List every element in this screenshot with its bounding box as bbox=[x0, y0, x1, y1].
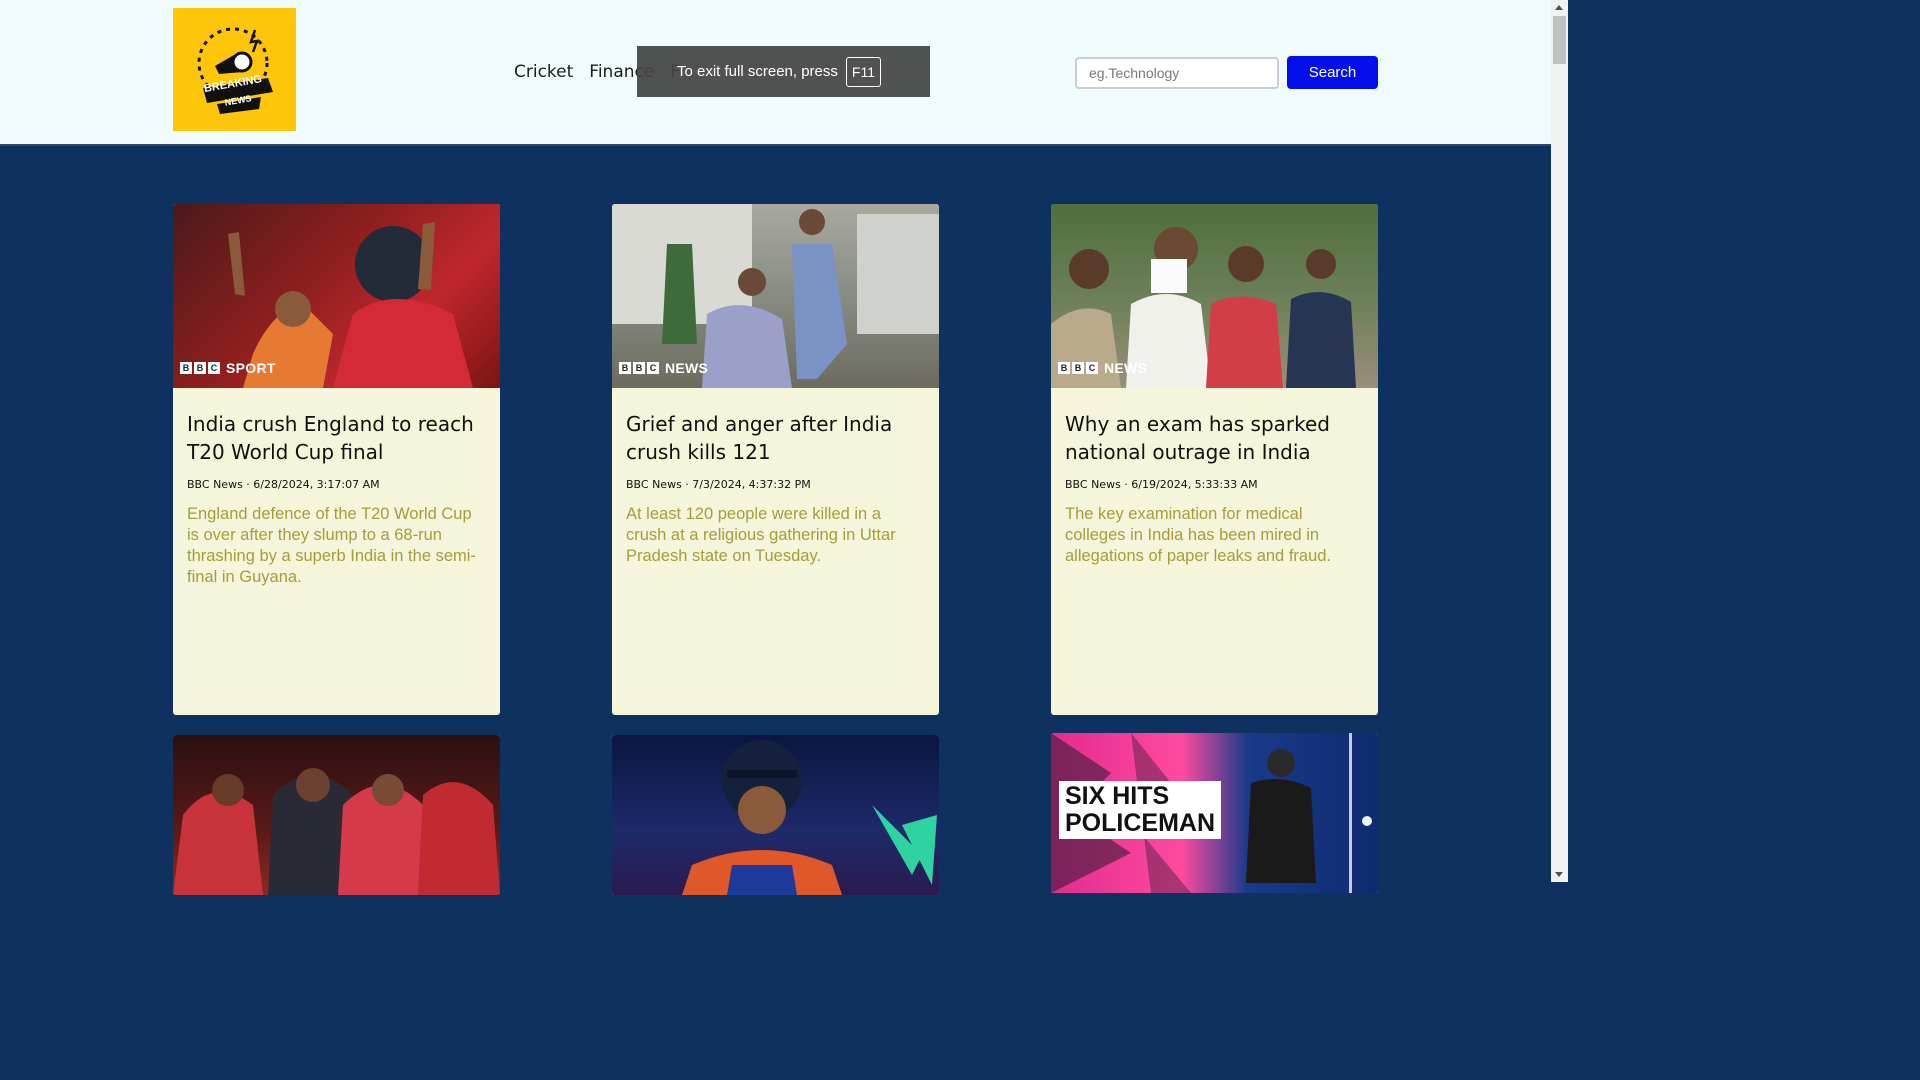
news-card-description: England defence of the T20 World Cup is … bbox=[187, 505, 476, 586]
news-card-title[interactable]: Why an exam has sparked national outrage… bbox=[1065, 410, 1364, 466]
scroll-up-arrow-icon[interactable] bbox=[1555, 5, 1563, 10]
bbc-news-badge: BBC NEWS bbox=[619, 360, 708, 376]
scroll-thumb[interactable] bbox=[1553, 16, 1566, 64]
news-card-image[interactable]: BBC SPORT bbox=[173, 204, 500, 388]
caption-line-1: SIX HITS bbox=[1065, 783, 1215, 810]
search-input[interactable] bbox=[1075, 57, 1279, 89]
fullscreen-exit-notice: To exit full screen, press F11 bbox=[637, 46, 930, 97]
badge-label: NEWS bbox=[1104, 360, 1148, 376]
news-card[interactable] bbox=[612, 735, 939, 895]
news-card-description: At least 120 people were killed in a cru… bbox=[626, 505, 896, 565]
f11-key: F11 bbox=[845, 56, 881, 87]
women-mourning-image bbox=[173, 768, 500, 895]
news-card-title[interactable]: India crush England to reach T20 World C… bbox=[187, 410, 486, 466]
bbc-news-badge: BBC NEWS bbox=[1058, 360, 1147, 376]
news-card-image[interactable] bbox=[173, 735, 500, 895]
vertical-scrollbar[interactable] bbox=[1551, 0, 1568, 882]
bbc-sport-badge: BBC SPORT bbox=[180, 360, 276, 376]
badge-label: NEWS bbox=[665, 360, 709, 376]
news-card-meta: BBC News · 6/19/2024, 5:33:33 AM bbox=[1065, 478, 1258, 491]
news-card-image[interactable]: BBC NEWS bbox=[1051, 204, 1378, 388]
news-card[interactable]: BBC NEWS Grief and anger after India cru… bbox=[612, 204, 939, 715]
nav-cricket[interactable]: Cricket bbox=[514, 62, 573, 82]
news-card-image[interactable] bbox=[612, 735, 939, 895]
news-card[interactable]: SIX HITS POLICEMAN bbox=[1051, 733, 1378, 893]
news-card[interactable]: BBC NEWS Why an exam has sparked nationa… bbox=[1051, 204, 1378, 715]
fullscreen-notice-text: To exit full screen, press bbox=[677, 63, 838, 80]
megaphone-icon bbox=[197, 27, 273, 114]
news-card-meta: BBC News · 7/3/2024, 4:37:32 PM bbox=[626, 478, 811, 491]
news-card[interactable] bbox=[173, 735, 500, 895]
rohit-sharma-image bbox=[682, 740, 937, 895]
badge-label: SPORT bbox=[226, 360, 276, 376]
search-button[interactable]: Search bbox=[1287, 56, 1378, 89]
news-card-image[interactable]: SIX HITS POLICEMAN bbox=[1051, 733, 1378, 893]
news-card-description: The key examination for medical colleges… bbox=[1065, 505, 1332, 565]
caption-line-2: POLICEMAN bbox=[1065, 809, 1215, 837]
news-card-image[interactable]: BBC NEWS bbox=[612, 204, 939, 388]
scroll-down-arrow-icon[interactable] bbox=[1555, 872, 1563, 877]
news-card[interactable]: BBC SPORT India crush England to reach T… bbox=[173, 204, 500, 715]
news-card-meta: BBC News · 6/28/2024, 3:17:07 AM bbox=[187, 478, 380, 491]
news-card-title[interactable]: Grief and anger after India crush kills … bbox=[626, 410, 925, 466]
breaking-news-logo[interactable]: BREAKING NEWS bbox=[173, 8, 296, 131]
six-hits-policeman-caption: SIX HITS POLICEMAN bbox=[1059, 781, 1221, 839]
